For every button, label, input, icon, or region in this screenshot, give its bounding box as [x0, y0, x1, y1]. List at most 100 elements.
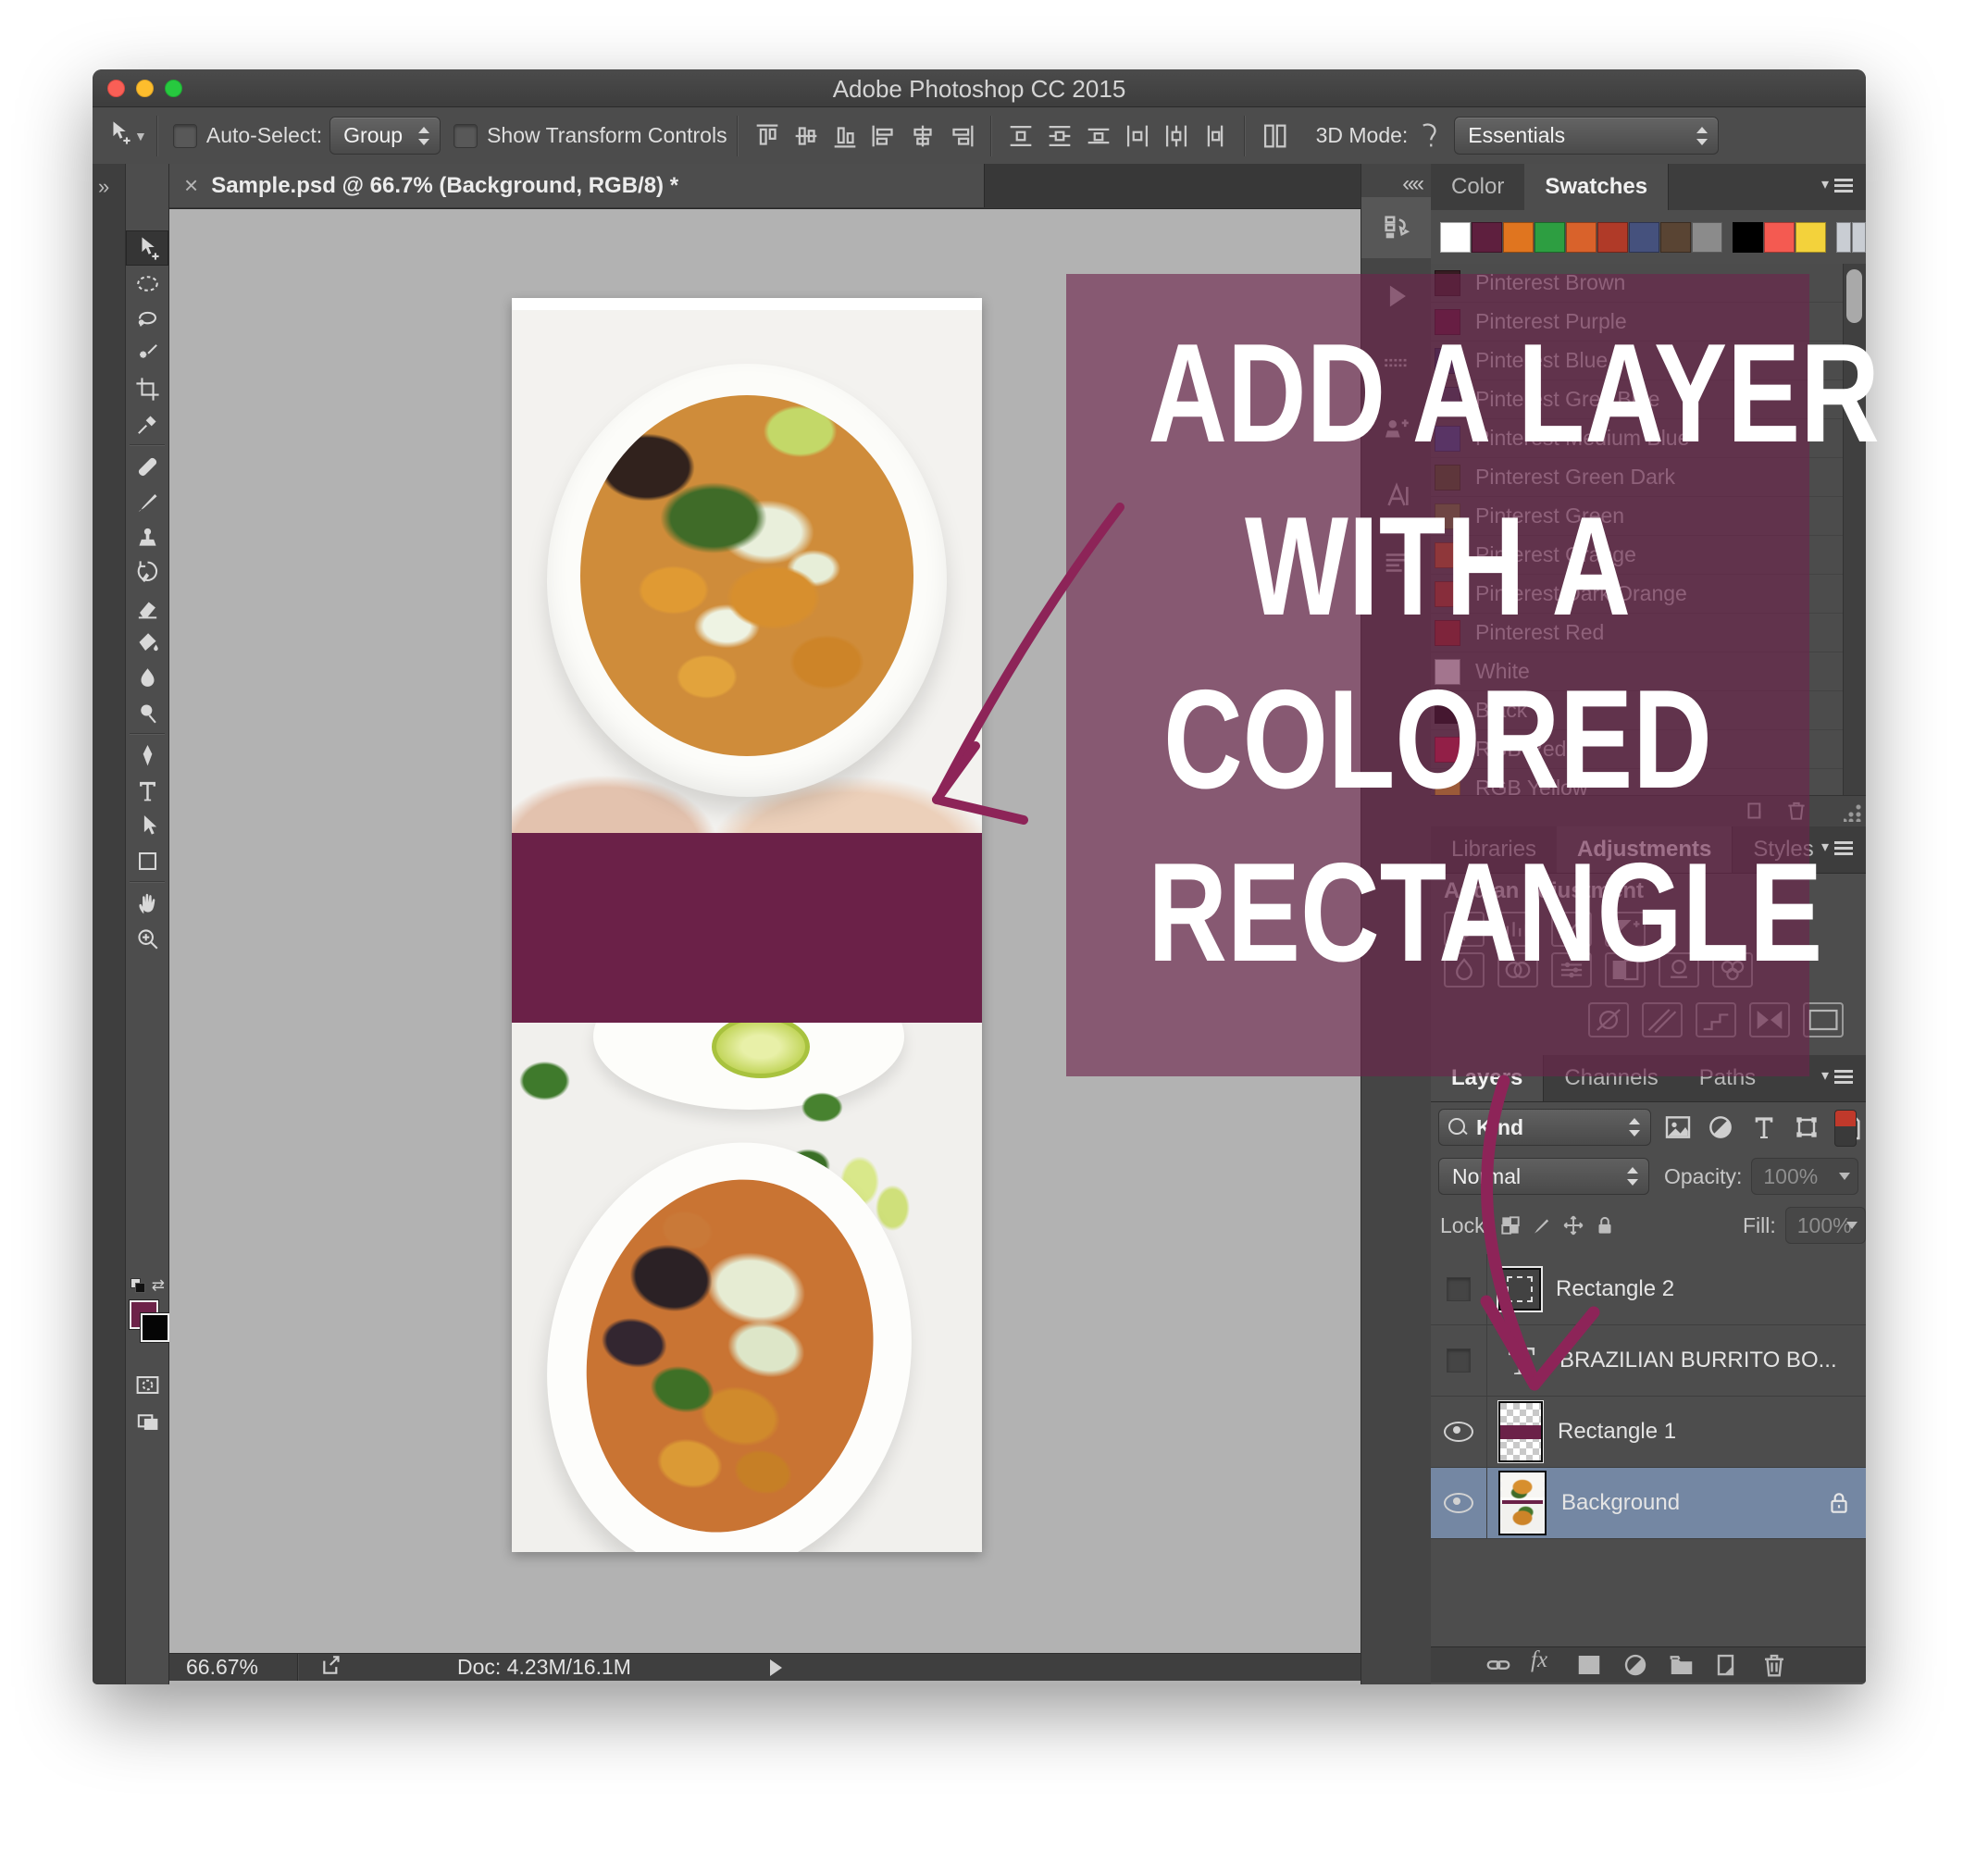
pen-tool[interactable]: [126, 738, 168, 773]
opacity-field[interactable]: 100%: [1751, 1158, 1858, 1195]
swatch-chip[interactable]: [1692, 222, 1722, 253]
swatch-chip[interactable]: [1852, 222, 1866, 253]
selective-color-icon[interactable]: [1749, 1002, 1790, 1037]
vibrance-icon[interactable]: [1444, 952, 1485, 988]
align-top-edges-icon[interactable]: [752, 120, 783, 152]
photo-filter-icon[interactable]: [1659, 952, 1699, 988]
tool-preset-caret[interactable]: ▼: [134, 129, 147, 143]
new-adjustment-layer-icon[interactable]: [1621, 1651, 1653, 1679]
swatch-chip[interactable]: [1472, 222, 1502, 253]
delete-swatch-icon[interactable]: [1783, 799, 1810, 823]
swatch-row[interactable]: Pinterest Medium Blue: [1431, 419, 1866, 458]
eraser-tool[interactable]: [126, 590, 168, 625]
close-document-icon[interactable]: ×: [184, 171, 198, 200]
gradient-map-icon[interactable]: [1803, 1002, 1844, 1037]
crop-tool[interactable]: [126, 371, 168, 406]
lock-all-icon[interactable]: [1593, 1211, 1617, 1239]
tab-libraries[interactable]: Libraries: [1431, 826, 1557, 873]
channel-mixer-icon[interactable]: [1712, 952, 1753, 988]
lock-pixels-icon[interactable]: [1530, 1211, 1554, 1239]
swatch-chip[interactable]: [1629, 222, 1659, 253]
tab-paths[interactable]: Paths: [1679, 1055, 1776, 1101]
visibility-toggle[interactable]: [1431, 1397, 1487, 1467]
black-white-icon[interactable]: [1605, 952, 1646, 988]
distribute-spacing-icon[interactable]: [1259, 120, 1290, 152]
layer-mask-icon[interactable]: [1575, 1651, 1607, 1679]
align-bottom-edges-icon[interactable]: [829, 120, 861, 152]
align-vertical-centers-icon[interactable]: [790, 120, 822, 152]
screen-mode-button[interactable]: [126, 1404, 168, 1439]
lock-transparency-icon[interactable]: [1498, 1211, 1522, 1239]
align-horizontal-centers-icon[interactable]: [907, 120, 938, 152]
swatch-chip[interactable]: [1836, 222, 1851, 253]
export-icon[interactable]: [320, 1653, 344, 1683]
scrollbar-thumb[interactable]: [1846, 269, 1862, 323]
distribute-bottom-edges-icon[interactable]: [1083, 120, 1114, 152]
swatch-row[interactable]: Pinterest Red: [1431, 614, 1866, 652]
eyedropper-tool[interactable]: [126, 406, 168, 441]
dodge-tool[interactable]: [126, 695, 168, 730]
quick-mask-button[interactable]: [126, 1367, 168, 1402]
swatch-row[interactable]: Pinterest Green Dark: [1431, 458, 1866, 497]
character-panel-icon[interactable]: [1361, 466, 1431, 527]
swap-colors-icon[interactable]: ⇄: [152, 1276, 165, 1295]
swatch-chip[interactable]: [1795, 222, 1826, 253]
status-options-icon[interactable]: [770, 1659, 782, 1676]
swatch-chip[interactable]: [1597, 222, 1628, 253]
posterize-icon[interactable]: [1642, 1002, 1683, 1037]
lasso-tool[interactable]: [126, 301, 168, 336]
visibility-toggle[interactable]: [1431, 1468, 1487, 1538]
swatch-scrollbar[interactable]: [1843, 264, 1866, 795]
color-balance-icon[interactable]: [1551, 952, 1592, 988]
panel-resize-grip[interactable]: [1844, 803, 1862, 822]
zoom-level-field[interactable]: 66.67%: [169, 1654, 298, 1681]
visibility-toggle[interactable]: [1431, 1325, 1487, 1396]
lock-position-icon[interactable]: [1561, 1211, 1585, 1239]
move-tool-icon[interactable]: [106, 119, 132, 152]
document-canvas[interactable]: [512, 298, 982, 1552]
layer-row-rectangle-2[interactable]: Rectangle 2: [1431, 1254, 1866, 1325]
document-tab[interactable]: × Sample.psd @ 66.7% (Background, RGB/8)…: [169, 164, 985, 207]
brush-panel-icon[interactable]: [1361, 332, 1431, 393]
blend-mode-dropdown[interactable]: Normal: [1438, 1158, 1649, 1195]
swatch-row[interactable]: RGB Red: [1431, 730, 1866, 769]
new-group-icon[interactable]: [1668, 1651, 1699, 1679]
swatch-row[interactable]: Pinterest Purple: [1431, 303, 1866, 342]
rectangle-tool[interactable]: [126, 843, 168, 878]
layer-row-rectangle-1[interactable]: Rectangle 1: [1431, 1397, 1866, 1468]
toolbar-expand-icon[interactable]: »: [98, 175, 109, 199]
swatch-row[interactable]: Pinterest Orange: [1431, 536, 1866, 575]
new-swatch-icon[interactable]: [1742, 799, 1770, 823]
layer-row-text[interactable]: T BRAZILIAN BURRITO BO...: [1431, 1325, 1866, 1397]
tab-layers[interactable]: Layers: [1431, 1055, 1544, 1101]
adjustments-panel-menu-icon[interactable]: [1823, 839, 1855, 862]
marquee-tool[interactable]: [126, 266, 168, 301]
healing-brush-tool[interactable]: [126, 449, 168, 484]
swatch-chip[interactable]: [1503, 222, 1534, 253]
layers-panel-menu-icon[interactable]: [1823, 1068, 1855, 1090]
exposure-icon[interactable]: [1605, 912, 1646, 947]
distribute-horizontal-centers-icon[interactable]: [1161, 120, 1192, 152]
swatch-row[interactable]: Pinterest Brown: [1431, 264, 1866, 303]
zoom-tool[interactable]: [126, 921, 168, 956]
background-color-swatch[interactable]: [141, 1313, 169, 1342]
delete-layer-icon[interactable]: [1760, 1651, 1792, 1679]
collapse-panels-icon[interactable]: ««: [1402, 171, 1422, 197]
threshold-icon[interactable]: [1696, 1002, 1736, 1037]
swatch-chip[interactable]: [1534, 222, 1565, 253]
tab-color[interactable]: Color: [1431, 164, 1524, 210]
new-layer-icon[interactable]: [1714, 1651, 1746, 1679]
swatch-chip[interactable]: [1764, 222, 1795, 253]
history-brush-tool[interactable]: [126, 554, 168, 590]
link-layers-icon[interactable]: [1485, 1651, 1516, 1679]
hue-saturation-icon[interactable]: [1497, 952, 1538, 988]
swatch-chip[interactable]: [1733, 222, 1763, 253]
distribute-vertical-centers-icon[interactable]: [1044, 120, 1075, 152]
brightness-contrast-icon[interactable]: [1444, 912, 1485, 947]
magic-wand-tool[interactable]: [126, 336, 168, 371]
workspace-dropdown[interactable]: Essentials: [1454, 117, 1719, 155]
hand-tool[interactable]: [126, 886, 168, 921]
visibility-toggle[interactable]: [1431, 1254, 1487, 1324]
swatch-row[interactable]: Black: [1431, 691, 1866, 730]
swatch-row[interactable]: Pinterest Green: [1431, 497, 1866, 536]
